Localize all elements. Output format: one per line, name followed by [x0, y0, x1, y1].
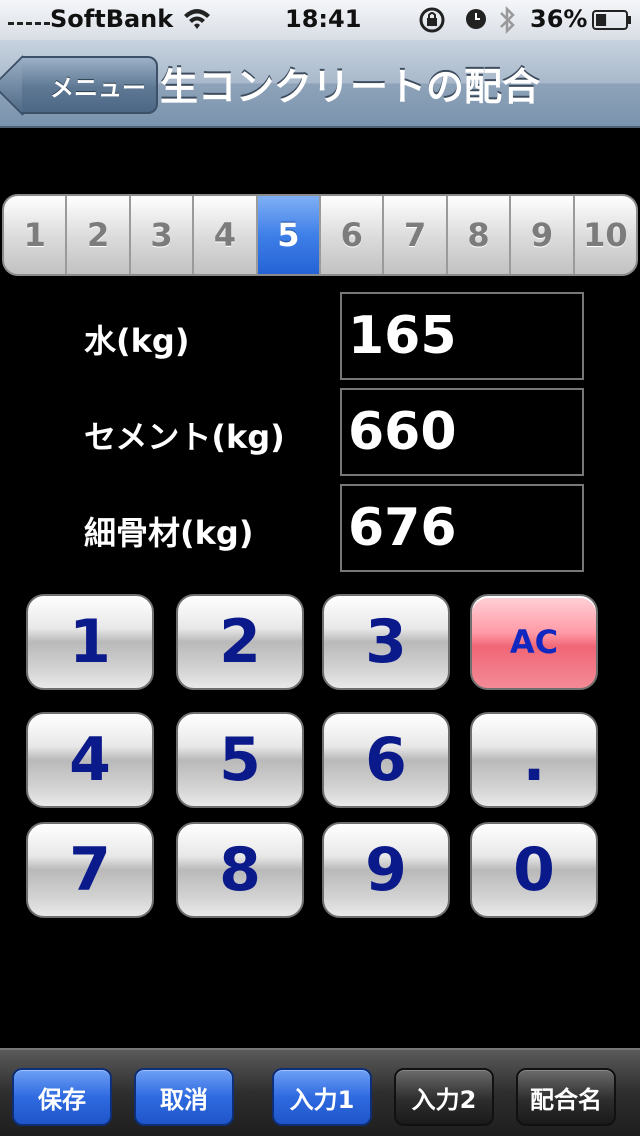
alarm-icon — [466, 9, 486, 29]
page-title: 生コンクリートの配合 — [160, 65, 541, 109]
key-clear[interactable]: AC — [470, 594, 598, 690]
key-6[interactable]: 6 — [322, 712, 450, 808]
clock: 18:41 — [285, 5, 362, 33]
rotation-lock-icon — [419, 7, 445, 33]
key-4[interactable]: 4 — [26, 712, 154, 808]
mix-number-segmented-control[interactable]: 1 2 3 4 5 6 7 8 9 10 — [2, 194, 638, 276]
battery-percent: 36% — [530, 5, 588, 33]
water-field[interactable]: 165 — [340, 292, 584, 380]
segment-9[interactable]: 9 — [511, 196, 575, 274]
key-decimal[interactable]: . — [470, 712, 598, 808]
key-5[interactable]: 5 — [176, 712, 304, 808]
back-button-body[interactable]: メニュー — [22, 56, 158, 114]
status-bar: SoftBank 18:41 36% — [0, 0, 640, 40]
fine-aggregate-value: 676 — [348, 498, 457, 558]
cement-value: 660 — [348, 402, 457, 462]
water-label: 水(kg) — [84, 322, 190, 360]
segment-1[interactable]: 1 — [4, 196, 68, 274]
input2-button[interactable]: 入力2 — [394, 1068, 494, 1126]
bottom-toolbar: 保存 取消 入力1 入力2 配合名 — [0, 1048, 640, 1136]
key-9[interactable]: 9 — [322, 822, 450, 918]
battery-icon — [592, 10, 631, 30]
cement-label: セメント(kg) — [84, 418, 285, 456]
key-7[interactable]: 7 — [26, 822, 154, 918]
bluetooth-icon — [500, 5, 515, 35]
wifi-icon — [184, 9, 210, 29]
back-button[interactable]: メニュー — [22, 56, 158, 114]
input1-button[interactable]: 入力1 — [272, 1068, 372, 1126]
carrier-label: SoftBank — [50, 5, 174, 33]
water-value: 165 — [348, 306, 457, 366]
key-0[interactable]: 0 — [470, 822, 598, 918]
signal-icon — [8, 22, 50, 25]
segment-8[interactable]: 8 — [448, 196, 512, 274]
fine-aggregate-label: 細骨材(kg) — [84, 514, 254, 552]
segment-2[interactable]: 2 — [67, 196, 131, 274]
segment-4[interactable]: 4 — [194, 196, 258, 274]
segment-6[interactable]: 6 — [321, 196, 385, 274]
cancel-button[interactable]: 取消 — [134, 1068, 234, 1126]
fine-aggregate-field[interactable]: 676 — [340, 484, 584, 572]
segment-7[interactable]: 7 — [384, 196, 448, 274]
segment-3[interactable]: 3 — [131, 196, 195, 274]
mix-name-button[interactable]: 配合名 — [516, 1068, 616, 1126]
key-2[interactable]: 2 — [176, 594, 304, 690]
back-button-label: メニュー — [50, 73, 146, 102]
segment-5[interactable]: 5 — [257, 196, 322, 274]
key-8[interactable]: 8 — [176, 822, 304, 918]
cement-field[interactable]: 660 — [340, 388, 584, 476]
navigation-bar: メニュー 生コンクリートの配合 — [0, 40, 640, 128]
save-button[interactable]: 保存 — [12, 1068, 112, 1126]
key-3[interactable]: 3 — [322, 594, 450, 690]
segment-10[interactable]: 10 — [575, 196, 636, 274]
key-1[interactable]: 1 — [26, 594, 154, 690]
